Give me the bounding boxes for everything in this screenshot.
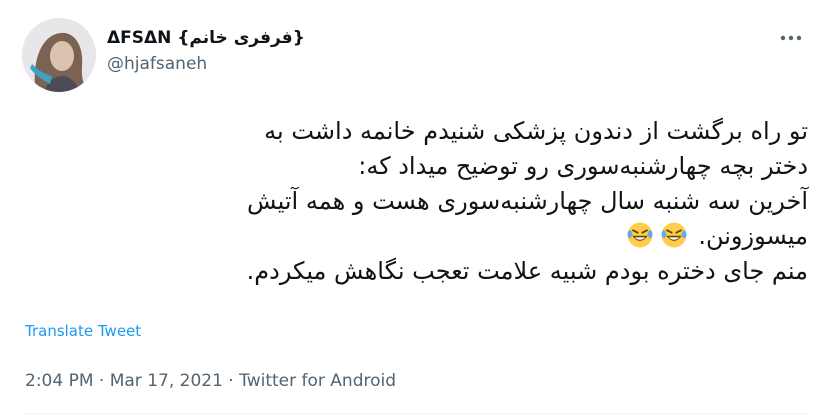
tweet-line: آخرین سه شنبه سال چهارشنبه‌سوری هست و هم… [247,187,808,215]
tweet-text: تو راه برگشت از دندون پزشکی شنیدم خانمه … [20,114,808,289]
more-horizontal-icon[interactable] [776,26,806,50]
author-block: ΔFSΔN {فرفری خانم} @hjafsaneh [107,27,305,75]
tweet-line: میسوزونن. [698,222,808,250]
more-dots [780,35,802,41]
tweet-line: دختر بچه چهارشنبه‌سوری رو توضیح میداد که… [358,152,808,180]
avatar[interactable] [22,18,96,92]
tweet-line: تو راه برگشت از دندون پزشکی شنیدم خانمه … [264,117,808,145]
avatar-image [22,18,96,92]
rolling-on-the-floor-laughing-icon [627,222,653,248]
tweet-time[interactable]: 2:04 PM [25,371,94,391]
handle[interactable]: @hjafsaneh [107,53,305,75]
meta-separator: · [93,371,110,391]
tweet-source[interactable]: Twitter for Android [239,371,396,391]
translate-tweet-link[interactable]: Translate Tweet [25,322,141,340]
tweet-date[interactable]: Mar 17, 2021 [110,371,223,391]
divider [22,413,808,414]
tweet-line-with-emoji: میسوزونن. [20,219,808,254]
tweet-card: ΔFSΔN {فرفری خانم} @hjafsaneh تو راه برگ… [0,0,830,418]
display-name[interactable]: ΔFSΔN {فرفری خانم} [107,27,305,49]
tweet-meta: 2:04 PM · Mar 17, 2021 · Twitter for And… [25,371,396,391]
meta-separator: · [222,371,240,391]
rolling-on-the-floor-laughing-icon [661,222,687,248]
tweet-line: منم جای دختره بودم شبیه علامت تعجب نگاهش… [246,257,808,285]
